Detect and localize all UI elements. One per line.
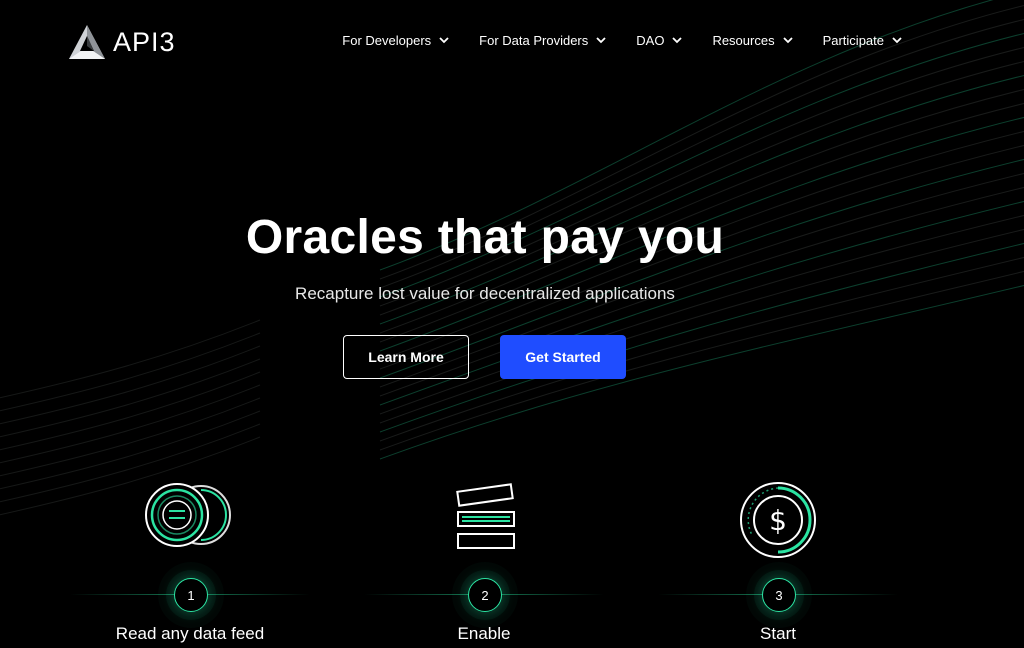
- nav-label: For Data Providers: [479, 33, 589, 48]
- top-navigation: API3 For Developers For Data Providers D…: [0, 0, 1024, 86]
- chevron-down-icon: [439, 37, 449, 44]
- hero-title: Oracles that pay you: [245, 211, 725, 264]
- brand-name: API3: [113, 27, 176, 57]
- nav-for-data-providers[interactable]: For Data Providers: [479, 33, 606, 48]
- dollar-coin-icon: $: [740, 482, 816, 558]
- step-number-badge: 2: [468, 578, 502, 612]
- svg-text:$: $: [769, 504, 787, 537]
- nav-label: DAO: [636, 33, 665, 48]
- main-menu: For Developers For Data Providers DAO Re…: [342, 33, 902, 48]
- step-label: Start: [760, 624, 796, 643]
- nav-participate[interactable]: Participate: [823, 33, 902, 48]
- api3-triangle-logo-icon: [69, 25, 105, 59]
- step-label: Read any data feed: [115, 624, 265, 643]
- get-started-button[interactable]: Get Started: [500, 335, 626, 379]
- step-number-badge: 1: [174, 578, 208, 612]
- chevron-down-icon: [596, 37, 606, 44]
- nav-label: Participate: [822, 33, 884, 48]
- nav-dao[interactable]: DAO: [636, 33, 683, 48]
- step-number-badge: 3: [762, 578, 796, 612]
- hero-subtitle: Recapture lost value for decentralized a…: [295, 284, 675, 303]
- chevron-down-icon: [672, 37, 683, 44]
- chevron-down-icon: [782, 37, 793, 44]
- nav-label: For Developers: [342, 33, 432, 48]
- stacked-layers-icon: [456, 483, 515, 549]
- nav-for-developers[interactable]: For Developers: [342, 33, 449, 48]
- brand-logo[interactable]: API3: [68, 24, 176, 60]
- coins-icon: [145, 483, 231, 547]
- chevron-down-icon: [892, 37, 902, 44]
- nav-resources[interactable]: Resources: [712, 33, 793, 48]
- nav-label: Resources: [712, 33, 775, 48]
- step-label: Enable: [457, 624, 511, 643]
- steps-section: 1 Read any data feed 2 Enable $ 3 Start: [0, 470, 1024, 648]
- hero-section: Oracles that pay you Recapture lost valu…: [0, 210, 1024, 304]
- learn-more-button[interactable]: Learn More: [343, 335, 469, 379]
